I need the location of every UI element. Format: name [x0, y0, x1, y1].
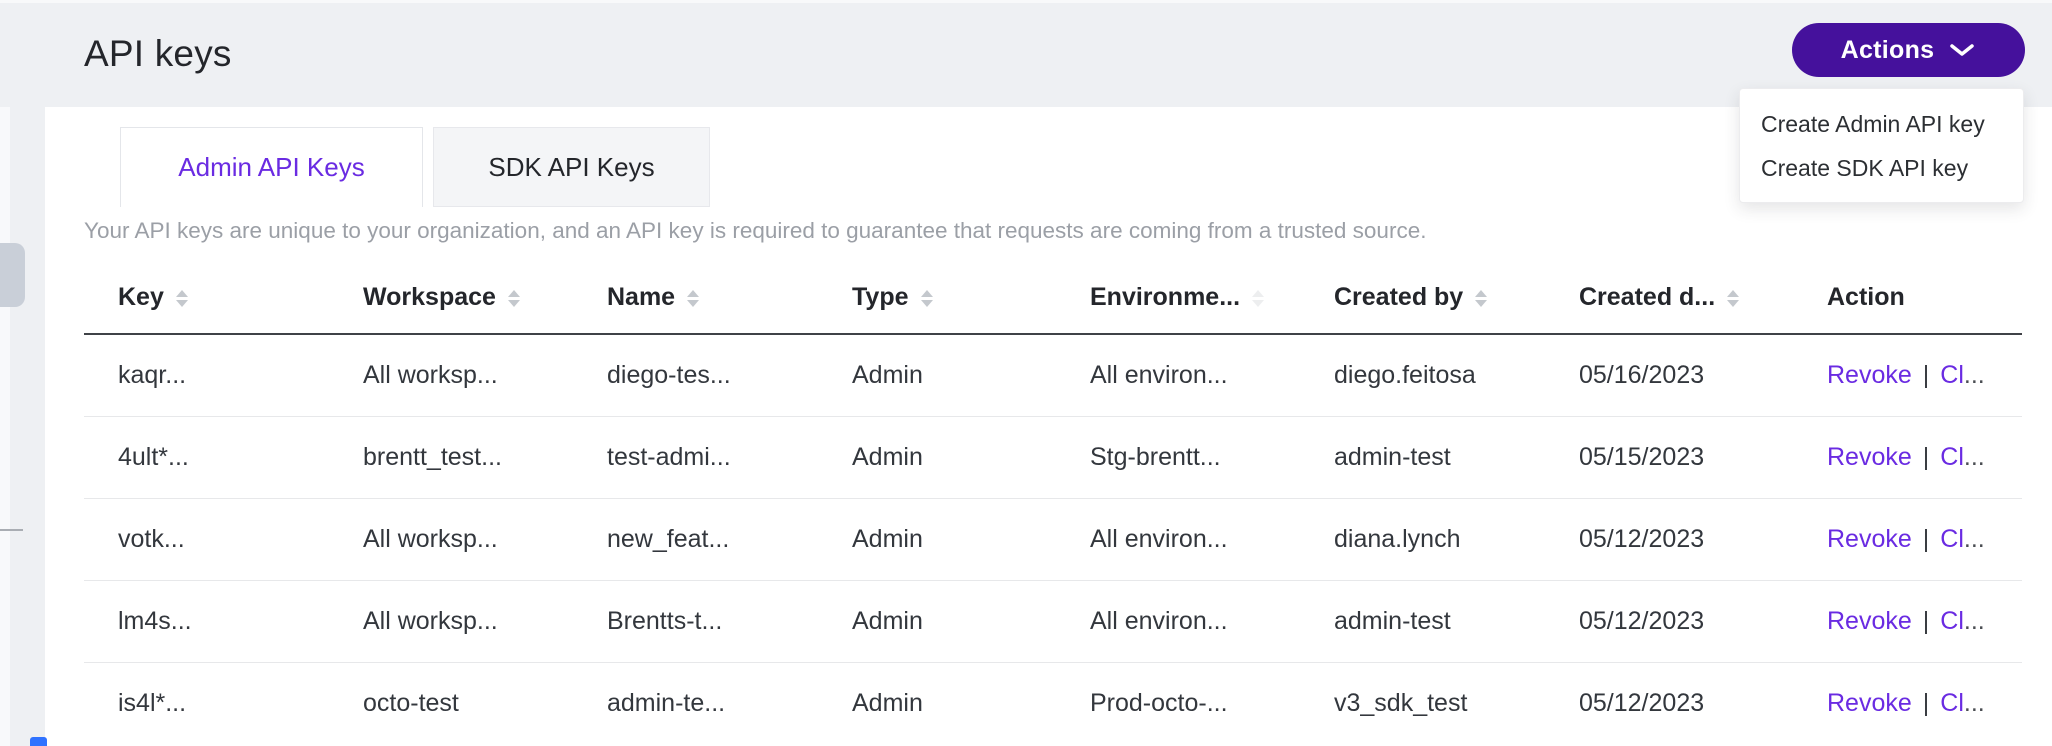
cell-created-date: 05/12/2023 [1545, 662, 1793, 744]
tab-sdk-api-keys[interactable]: SDK API Keys [433, 127, 710, 207]
api-keys-table: Key Workspace Name Type Environme... Cre… [84, 262, 2022, 744]
actions-button[interactable]: Actions [1792, 23, 2025, 77]
cell-type: Admin [818, 498, 1056, 580]
cell-created-date: 05/12/2023 [1545, 580, 1793, 662]
table-row: 4ult*... brentt_test... test-admi... Adm… [84, 416, 2022, 498]
cell-action: Revoke | Cl... [1793, 334, 2022, 416]
cell-workspace: All worksp... [329, 498, 573, 580]
cell-name: Brentts-t... [573, 580, 818, 662]
sort-icon[interactable] [921, 290, 933, 307]
cell-created-date: 05/12/2023 [1545, 498, 1793, 580]
cell-name: new_feat... [573, 498, 818, 580]
clone-link[interactable]: Cl [1940, 443, 1964, 471]
cell-created-date: 05/16/2023 [1545, 334, 1793, 416]
action-separator: | [1923, 361, 1930, 389]
action-ellipsis: ... [1964, 443, 1985, 471]
cell-environment: Prod-octo-... [1056, 662, 1300, 744]
left-rail-handle [0, 529, 23, 531]
clone-link[interactable]: Cl [1940, 607, 1964, 635]
cell-name: admin-te... [573, 662, 818, 744]
column-header-name[interactable]: Name [573, 262, 818, 334]
cell-action: Revoke | Cl... [1793, 580, 2022, 662]
revoke-link[interactable]: Revoke [1827, 525, 1912, 553]
cell-name: test-admi... [573, 416, 818, 498]
clone-link[interactable]: Cl [1940, 361, 1964, 389]
cell-environment: All environ... [1056, 334, 1300, 416]
cell-key: lm4s... [84, 580, 329, 662]
cell-action: Revoke | Cl... [1793, 498, 2022, 580]
column-header-action: Action [1793, 262, 2022, 334]
cell-key: 4ult*... [84, 416, 329, 498]
action-ellipsis: ... [1964, 689, 1985, 717]
cell-created-by: diego.feitosa [1300, 334, 1545, 416]
chevron-down-icon [1948, 42, 1976, 58]
cell-created-date: 05/15/2023 [1545, 416, 1793, 498]
action-separator: | [1923, 689, 1930, 717]
cell-action: Revoke | Cl... [1793, 662, 2022, 744]
cell-workspace: octo-test [329, 662, 573, 744]
window-top-edge [0, 0, 2052, 3]
actions-dropdown-menu: Create Admin API key Create SDK API key [1739, 88, 2024, 203]
cell-name: diego-tes... [573, 334, 818, 416]
table-row: lm4s... All worksp... Brentts-t... Admin… [84, 580, 2022, 662]
cell-environment: Stg-brentt... [1056, 416, 1300, 498]
revoke-link[interactable]: Revoke [1827, 607, 1912, 635]
sort-icon[interactable] [1475, 290, 1487, 307]
revoke-link[interactable]: Revoke [1827, 689, 1912, 717]
cell-action: Revoke | Cl... [1793, 416, 2022, 498]
cell-type: Admin [818, 416, 1056, 498]
cell-environment: All environ... [1056, 498, 1300, 580]
sort-icon[interactable] [1252, 290, 1264, 307]
action-ellipsis: ... [1964, 361, 1985, 389]
column-header-created-date[interactable]: Created d... [1545, 262, 1793, 334]
left-rail [0, 107, 10, 746]
cell-created-by: v3_sdk_test [1300, 662, 1545, 744]
revoke-link[interactable]: Revoke [1827, 443, 1912, 471]
table-row: votk... All worksp... new_feat... Admin … [84, 498, 2022, 580]
column-header-key[interactable]: Key [84, 262, 329, 334]
cell-type: Admin [818, 580, 1056, 662]
clone-link[interactable]: Cl [1940, 525, 1964, 553]
column-header-workspace[interactable]: Workspace [329, 262, 573, 334]
cell-key: votk... [84, 498, 329, 580]
cell-environment: All environ... [1056, 580, 1300, 662]
cell-workspace: All worksp... [329, 334, 573, 416]
cell-created-by: diana.lynch [1300, 498, 1545, 580]
cell-workspace: brentt_test... [329, 416, 573, 498]
action-separator: | [1923, 607, 1930, 635]
sort-icon[interactable] [1727, 290, 1739, 307]
sort-icon[interactable] [508, 290, 520, 307]
column-header-type[interactable]: Type [818, 262, 1056, 334]
menu-item-create-sdk-api-key[interactable]: Create SDK API key [1740, 146, 2023, 190]
cell-type: Admin [818, 334, 1056, 416]
cell-created-by: admin-test [1300, 580, 1545, 662]
action-separator: | [1923, 525, 1930, 553]
revoke-link[interactable]: Revoke [1827, 361, 1912, 389]
cell-created-by: admin-test [1300, 416, 1545, 498]
tab-admin-api-keys[interactable]: Admin API Keys [120, 127, 423, 207]
action-ellipsis: ... [1964, 607, 1985, 635]
page-description: Your API keys are unique to your organiz… [84, 216, 2022, 246]
action-ellipsis: ... [1964, 525, 1985, 553]
sort-icon[interactable] [687, 290, 699, 307]
cell-key: kaqr... [84, 334, 329, 416]
table-row: is4l*... octo-test admin-te... Admin Pro… [84, 662, 2022, 744]
cell-key: is4l*... [84, 662, 329, 744]
action-separator: | [1923, 443, 1930, 471]
cell-workspace: All worksp... [329, 580, 573, 662]
table-row: kaqr... All worksp... diego-tes... Admin… [84, 334, 2022, 416]
clone-link[interactable]: Cl [1940, 689, 1964, 717]
page-title: API keys [84, 33, 232, 75]
left-scrollbar-thumb[interactable] [0, 243, 25, 307]
column-header-environment[interactable]: Environme... [1056, 262, 1300, 334]
menu-item-create-admin-api-key[interactable]: Create Admin API key [1740, 102, 2023, 146]
sort-icon[interactable] [176, 290, 188, 307]
table-header-row: Key Workspace Name Type Environme... Cre… [84, 262, 2022, 334]
bottom-left-blue-element[interactable] [30, 737, 47, 746]
column-header-created-by[interactable]: Created by [1300, 262, 1545, 334]
actions-button-label: Actions [1841, 36, 1935, 65]
cell-type: Admin [818, 662, 1056, 744]
